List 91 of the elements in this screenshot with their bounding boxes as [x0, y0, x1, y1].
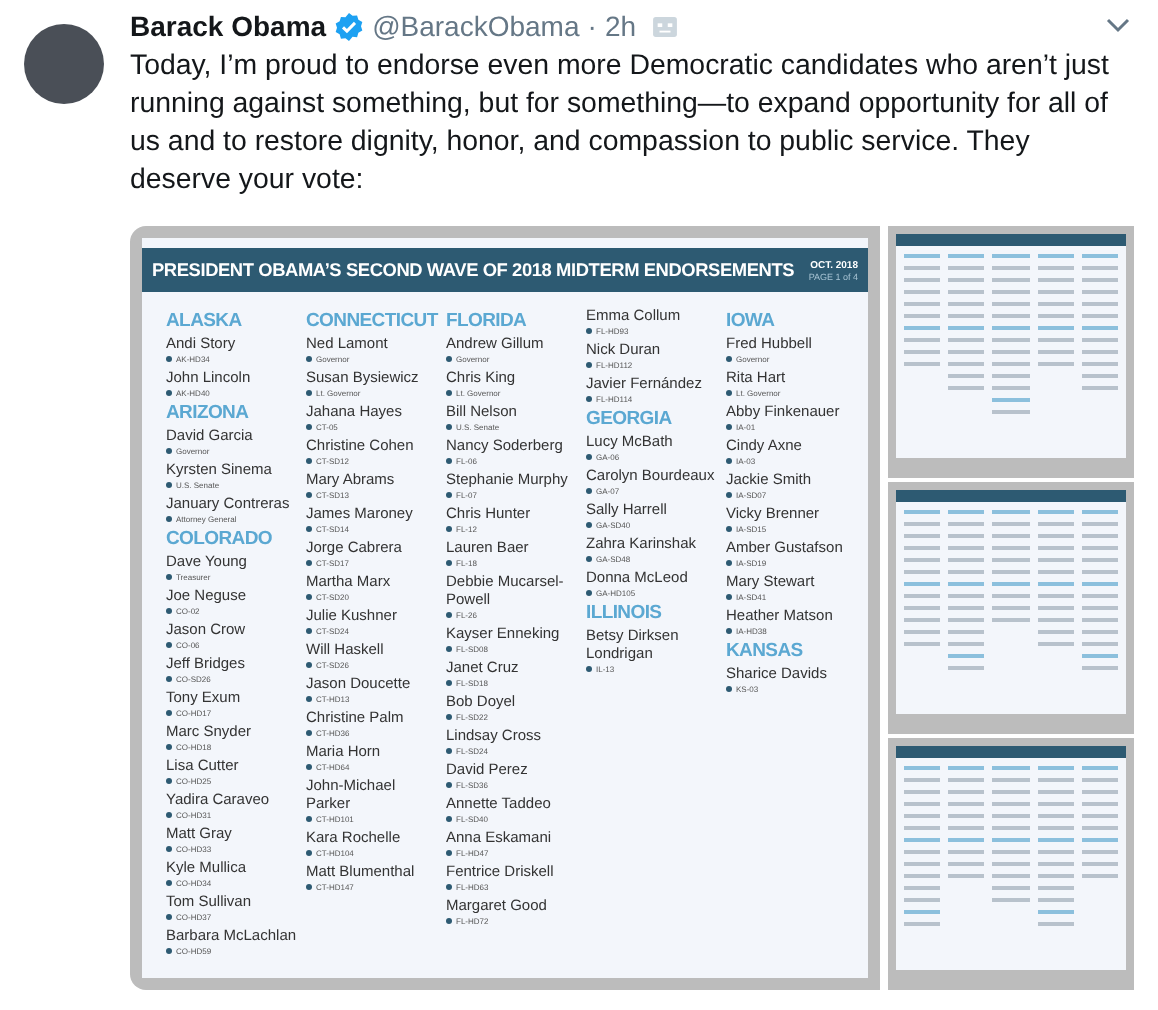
tweet-text: Today, I’m proud to endorse even more Democratic candidates who aren’t just running against something, but for something—to expand opportunity for all of us and to restore dignity, honor, and compassion to public service. They deserve your vote:: [130, 48, 1111, 200]
dot-icon: [166, 641, 172, 647]
dot-icon: [166, 743, 172, 749]
dot-icon: [586, 361, 592, 367]
dot-icon: [726, 457, 732, 463]
state-heading: GEORGIA: [586, 408, 674, 430]
dot-icon: [166, 389, 172, 395]
state-heading: ILLINOIS: [586, 602, 664, 624]
dot-icon: [446, 423, 452, 429]
dot-icon: [166, 607, 172, 613]
dot-icon: [166, 709, 172, 715]
dot-icon: [166, 515, 172, 521]
dot-icon: [446, 679, 452, 685]
robot-icon: [652, 15, 679, 37]
dot-icon: [726, 491, 732, 497]
dot-icon: [306, 457, 312, 463]
state-heading: KANSAS: [726, 640, 805, 662]
dot-icon: [166, 811, 172, 817]
dot-icon: [446, 559, 452, 565]
dot-icon: [166, 845, 172, 851]
dot-icon: [446, 713, 452, 719]
author-name[interactable]: Barack Obama: [130, 10, 327, 42]
state-heading: ARIZONA: [166, 402, 251, 424]
separator: ·: [587, 10, 597, 42]
dot-icon: [586, 665, 592, 671]
dot-icon: [726, 685, 732, 691]
graphic-title: PRESIDENT OBAMA’S SECOND WAVE OF 2018 MIDTERM ENDORSEMENTS: [152, 260, 795, 280]
endorsement-graphic[interactable]: [130, 226, 880, 990]
dot-icon: [446, 917, 452, 923]
dot-icon: [306, 593, 312, 599]
dot-icon: [306, 883, 312, 889]
dot-icon: [446, 525, 452, 531]
dot-icon: [306, 355, 312, 361]
state-heading: FLORIDA: [446, 310, 529, 332]
dot-icon: [306, 849, 312, 855]
dot-icon: [586, 521, 592, 527]
dot-icon: [446, 747, 452, 753]
dot-icon: [446, 457, 452, 463]
dot-icon: [446, 645, 452, 651]
dot-icon: [726, 525, 732, 531]
document-thumbnail[interactable]: [888, 226, 1134, 478]
dot-icon: [166, 573, 172, 579]
state-heading: ALASKA: [166, 310, 244, 332]
dot-icon: [166, 355, 172, 361]
dot-icon: [726, 423, 732, 429]
document-thumbnail[interactable]: [888, 738, 1134, 990]
document-thumbnail[interactable]: [888, 482, 1134, 734]
dot-icon: [306, 695, 312, 701]
dot-icon: [166, 879, 172, 885]
dot-icon: [726, 355, 732, 361]
dot-icon: [446, 611, 452, 617]
dot-icon: [306, 627, 312, 633]
timestamp[interactable]: 2h: [604, 10, 637, 42]
dot-icon: [446, 389, 452, 395]
dot-icon: [166, 481, 172, 487]
dot-icon: [306, 815, 312, 821]
author-handle[interactable]: @BarackObama: [372, 10, 580, 42]
dot-icon: [166, 913, 172, 919]
dot-icon: [726, 593, 732, 599]
caret-icon[interactable]: [1106, 18, 1130, 34]
dot-icon: [446, 883, 452, 889]
dot-icon: [306, 389, 312, 395]
dot-icon: [586, 589, 592, 595]
dot-icon: [726, 389, 732, 395]
dot-icon: [166, 447, 172, 453]
dot-icon: [166, 675, 172, 681]
state-heading: COLORADO: [166, 528, 275, 550]
dot-icon: [446, 491, 452, 497]
state-heading: CONNECTICUT: [306, 310, 441, 332]
avatar[interactable]: [24, 24, 104, 104]
dot-icon: [446, 849, 452, 855]
dot-icon: [306, 559, 312, 565]
dot-icon: [166, 777, 172, 783]
dot-icon: [306, 423, 312, 429]
dot-icon: [586, 327, 592, 333]
dot-icon: [306, 661, 312, 667]
dot-icon: [726, 627, 732, 633]
dot-icon: [306, 763, 312, 769]
dot-icon: [586, 395, 592, 401]
dot-icon: [586, 453, 592, 459]
dot-icon: [726, 559, 732, 565]
dot-icon: [446, 815, 452, 821]
dot-icon: [446, 781, 452, 787]
dot-icon: [306, 491, 312, 497]
dot-icon: [586, 487, 592, 493]
dot-icon: [306, 729, 312, 735]
dot-icon: [166, 947, 172, 953]
dot-icon: [446, 355, 452, 361]
state-heading: IOWA: [726, 310, 777, 332]
dot-icon: [306, 525, 312, 531]
dot-icon: [586, 555, 592, 561]
